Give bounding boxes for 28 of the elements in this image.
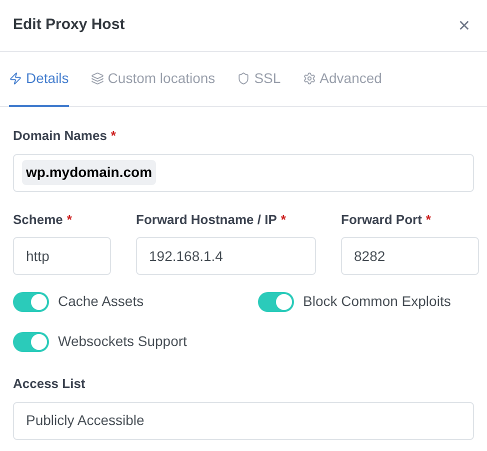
required-mark: *	[66, 210, 72, 228]
settings-icon	[302, 72, 316, 85]
field-label: Forward Hostname / IP	[136, 210, 277, 228]
tab[interactable]: Details	[9, 52, 69, 107]
field-label: Domain Names	[13, 127, 107, 145]
domain-tag: wp.mydomain.com	[22, 160, 156, 185]
required-mark: *	[426, 210, 431, 228]
input-field[interactable]: 192.168.1.4	[136, 237, 316, 275]
shield-icon	[237, 72, 250, 85]
input-field[interactable]: http	[13, 237, 111, 275]
toggle-switch[interactable]	[13, 292, 49, 312]
input-field[interactable]: 8282	[341, 237, 479, 275]
layers-icon	[90, 72, 104, 85]
field-label: Access List	[13, 375, 86, 393]
toggle-switch[interactable]	[258, 292, 294, 312]
domain-names-field[interactable]: wp.mydomain.com	[13, 154, 474, 192]
field-label: Scheme	[13, 210, 63, 228]
bolt-icon	[9, 72, 22, 85]
toggle-label: Cache Assets	[58, 292, 144, 311]
toggle-label: Websockets Support	[58, 332, 187, 351]
field-label: Forward Port	[341, 210, 422, 228]
toggle-switch[interactable]	[13, 332, 49, 352]
close-button[interactable]: ×	[458, 16, 474, 36]
required-mark: *	[110, 127, 116, 145]
required-mark: *	[280, 210, 286, 228]
access-list-select[interactable]: Publicly Accessible	[13, 402, 474, 440]
toggle-label: Block Common Exploits	[303, 292, 451, 311]
dialog-title: Edit Proxy Host	[13, 15, 125, 36]
